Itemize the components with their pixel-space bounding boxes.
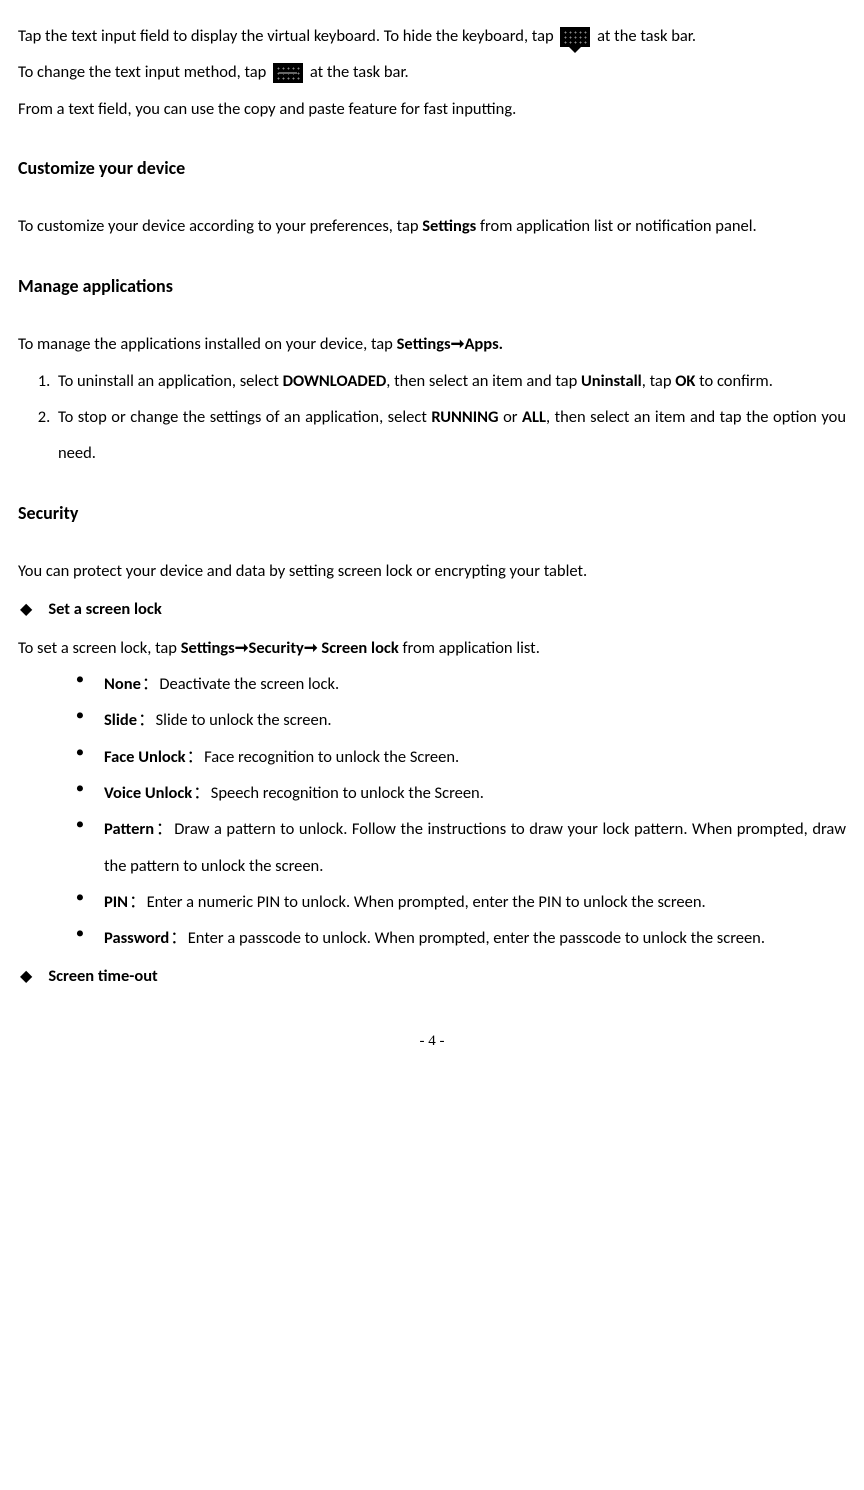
option-slide: Slide bbox=[104, 710, 137, 730]
colon: ： bbox=[155, 819, 173, 839]
keyboard-hide-icon bbox=[560, 27, 590, 47]
list-item: To stop or change the settings of an app… bbox=[54, 399, 846, 472]
list-item: Voice Unlock：Speech recognition to unloc… bbox=[104, 775, 846, 811]
text: To change the text input method, tap bbox=[18, 62, 270, 82]
text: from application list. bbox=[399, 638, 540, 658]
text: To set a screen lock, tap bbox=[18, 638, 181, 658]
set-screen-lock-label: Set a screen lock bbox=[48, 591, 161, 627]
all-label: ALL bbox=[522, 407, 546, 427]
heading-manage-apps: Manage applications bbox=[18, 267, 846, 307]
paragraph-security-intro: You can protect your device and data by … bbox=[18, 553, 846, 589]
text: to confirm. bbox=[695, 371, 772, 391]
page-number: - 4 - bbox=[18, 1025, 846, 1058]
text: Deactivate the screen lock. bbox=[159, 674, 339, 694]
heading-security: Security bbox=[18, 494, 846, 534]
text: To uninstall an application, select bbox=[58, 371, 283, 391]
paragraph-set-screen-lock: To set a screen lock, tap Settings➞Secur… bbox=[18, 630, 846, 666]
option-face-unlock: Face Unlock bbox=[104, 747, 186, 767]
apps-label: Apps. bbox=[464, 334, 503, 354]
paragraph-input-method: To change the text input method, tap at … bbox=[18, 54, 846, 90]
uninstall-label: Uninstall bbox=[581, 371, 642, 391]
paragraph-copy-paste: From a text field, you can use the copy … bbox=[18, 91, 846, 127]
list-item: To uninstall an application, select DOWN… bbox=[54, 363, 846, 399]
running-label: RUNNING bbox=[431, 407, 498, 427]
ok-label: OK bbox=[675, 371, 695, 391]
paragraph-manage-intro: To manage the applications installed on … bbox=[18, 326, 846, 362]
colon: ： bbox=[187, 747, 204, 767]
heading-customize: Customize your device bbox=[18, 149, 846, 189]
text: Enter a passcode to unlock. When prompte… bbox=[188, 928, 765, 948]
subheading-screen-timeout: ◆ Screen time-out bbox=[18, 958, 846, 994]
text: or bbox=[499, 407, 522, 427]
text: Enter a numeric PIN to unlock. When prom… bbox=[147, 892, 706, 912]
arrow-icon: ➞ bbox=[451, 334, 465, 354]
option-pattern: Pattern bbox=[104, 819, 154, 839]
text: at the task bar. bbox=[597, 26, 696, 46]
keyboard-language-icon bbox=[273, 63, 303, 83]
text: Tap the text input field to display the … bbox=[18, 26, 557, 46]
text: To stop or change the settings of an app… bbox=[58, 407, 431, 427]
list-item: Password：Enter a passcode to unlock. Whe… bbox=[104, 920, 846, 956]
colon: ： bbox=[142, 674, 159, 694]
text: Slide to unlock the screen. bbox=[156, 710, 332, 730]
settings-label: Settings bbox=[397, 334, 451, 354]
text: , then select an item and tap bbox=[386, 371, 581, 391]
text: at the task bar. bbox=[310, 62, 409, 82]
list-item: PIN：Enter a numeric PIN to unlock. When … bbox=[104, 884, 846, 920]
colon: ： bbox=[193, 783, 210, 803]
colon: ： bbox=[170, 928, 187, 948]
colon: ： bbox=[129, 892, 146, 912]
text: Draw a pattern to unlock. Follow the ins… bbox=[104, 819, 846, 875]
diamond-icon: ◆ bbox=[20, 592, 32, 627]
list-item: Pattern：Draw a pattern to unlock. Follow… bbox=[104, 811, 846, 884]
option-none: None bbox=[104, 674, 141, 694]
text: To customize your device according to yo… bbox=[18, 216, 422, 236]
colon: ： bbox=[138, 710, 155, 730]
text: Face recognition to unlock the Screen. bbox=[204, 747, 459, 767]
settings-label: Settings bbox=[181, 638, 235, 658]
screen-lock-label: Screen lock bbox=[318, 638, 399, 658]
screen-timeout-label: Screen time-out bbox=[48, 958, 157, 994]
paragraph-customize: To customize your device according to yo… bbox=[18, 208, 846, 244]
list-item: Slide：Slide to unlock the screen. bbox=[104, 702, 846, 738]
list-item: Face Unlock：Face recognition to unlock t… bbox=[104, 739, 846, 775]
settings-label: Settings bbox=[422, 216, 476, 236]
text: Speech recognition to unlock the Screen. bbox=[211, 783, 484, 803]
downloaded-label: DOWNLOADED bbox=[283, 371, 387, 391]
subheading-set-screen-lock: ◆ Set a screen lock bbox=[18, 591, 846, 627]
manage-list: To uninstall an application, select DOWN… bbox=[18, 363, 846, 472]
option-voice-unlock: Voice Unlock bbox=[104, 783, 192, 803]
list-item: None：Deactivate the screen lock. bbox=[104, 666, 846, 702]
option-password: Password bbox=[104, 928, 169, 948]
security-label: Security bbox=[249, 638, 304, 658]
arrow-icon: ➞ bbox=[235, 638, 249, 658]
diamond-icon: ◆ bbox=[20, 959, 32, 994]
text: from application list or notification pa… bbox=[476, 216, 756, 236]
arrow-icon: ➞ bbox=[304, 638, 318, 658]
text: To manage the applications installed on … bbox=[18, 334, 397, 354]
text: , tap bbox=[642, 371, 675, 391]
paragraph-keyboard-hide: Tap the text input field to display the … bbox=[18, 18, 846, 54]
screen-lock-options: None：Deactivate the screen lock. Slide：S… bbox=[18, 666, 846, 956]
option-pin: PIN bbox=[104, 892, 128, 912]
